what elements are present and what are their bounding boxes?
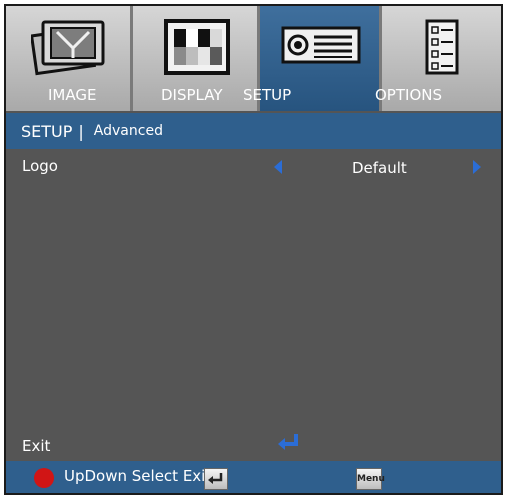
enter-icon (278, 434, 298, 450)
right-arrow-icon[interactable] (473, 160, 481, 174)
tab-image[interactable]: IMAGE (6, 6, 133, 111)
tab-bar: IMAGE DISPLAY SETUP OPTIONS (6, 6, 501, 111)
display-pattern-icon (164, 19, 230, 75)
tab-options[interactable]: OPTIONS (375, 6, 501, 111)
projector-icon (281, 26, 361, 64)
breadcrumb-section: SETUP (21, 121, 73, 141)
left-arrow-icon[interactable] (274, 160, 282, 174)
breadcrumb-separator: | (78, 121, 84, 141)
footer-bar: UpDown Select Exit Menu (6, 461, 501, 493)
tab-label-setup: SETUP (243, 86, 292, 104)
osd-menu: IMAGE DISPLAY SETUP OPTIONS SETUP | Adva… (4, 4, 503, 495)
logo-value: Default (352, 159, 407, 177)
image-photo-icon (31, 20, 105, 76)
tab-label-options: OPTIONS (375, 86, 442, 104)
checklist-icon (425, 19, 459, 75)
tab-label-image: IMAGE (48, 86, 97, 104)
tab-label-display: DISPLAY (161, 86, 223, 104)
breadcrumb: SETUP | Advanced (6, 113, 501, 149)
tab-display[interactable]: DISPLAY (133, 6, 260, 111)
red-dot-icon (34, 468, 54, 488)
tab-setup[interactable]: SETUP (243, 6, 382, 111)
logo-label: Logo (22, 157, 58, 175)
footer-hint: UpDown Select Exit (64, 467, 212, 485)
breadcrumb-page: Advanced (93, 123, 163, 139)
enter-key-icon (204, 468, 228, 490)
exit-label: Exit (22, 437, 51, 455)
menu-key-icon: Menu (356, 468, 385, 490)
